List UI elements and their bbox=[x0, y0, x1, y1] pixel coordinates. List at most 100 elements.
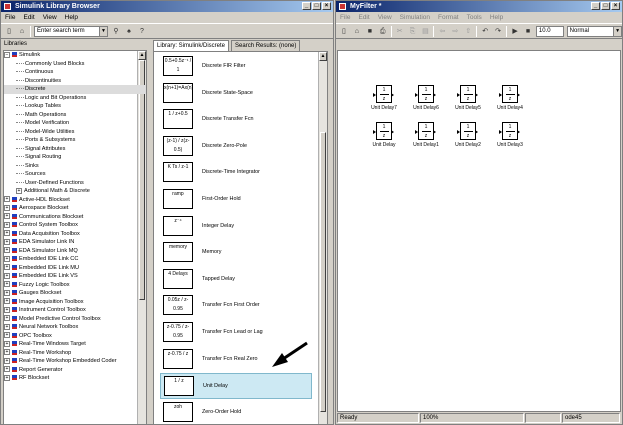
library-block[interactable]: memory Memory bbox=[160, 240, 312, 264]
unit-delay-block[interactable]: 1 z Unit Delay4 bbox=[490, 85, 530, 123]
up-icon[interactable]: ⇧ bbox=[463, 26, 473, 36]
chevron-down-icon[interactable]: ▼ bbox=[613, 26, 622, 36]
expand-icon[interactable]: + bbox=[4, 323, 10, 330]
menu-simulation[interactable]: Simulation bbox=[400, 12, 430, 23]
back-icon[interactable]: ⇦ bbox=[437, 26, 447, 36]
menu-edit[interactable]: Edit bbox=[23, 12, 34, 23]
run-icon[interactable]: ▶ bbox=[510, 26, 520, 36]
library-tree[interactable]: ▲ − Simulink Commonly Used Blocks Continuou… bbox=[3, 50, 147, 424]
maximize-button[interactable]: □ bbox=[312, 2, 321, 10]
open-icon[interactable]: ⌂ bbox=[17, 26, 27, 36]
library-block[interactable]: 1 / z+0.5 Discrete Transfer Fcn bbox=[160, 107, 312, 131]
tree-item[interactable]: + Control System Toolbox bbox=[4, 221, 146, 230]
library-block[interactable]: 0.5+0.5z⁻¹ / 1 Discrete FIR Filter bbox=[160, 54, 312, 78]
tree-item[interactable]: + Embedded IDE Link MU bbox=[4, 264, 146, 273]
tree-item[interactable]: + Aerospace Blockset bbox=[4, 204, 146, 213]
expand-icon[interactable]: + bbox=[4, 289, 10, 296]
minimize-button[interactable]: _ bbox=[591, 2, 600, 10]
tree-item[interactable]: Signal Routing bbox=[4, 153, 146, 162]
tree-item[interactable]: + OPC Toolbox bbox=[4, 332, 146, 341]
tree-item[interactable]: + Instrument Control Toolbox bbox=[4, 306, 146, 315]
tree-item[interactable]: + EDA Simulator Link IN bbox=[4, 238, 146, 247]
expand-icon[interactable]: + bbox=[4, 196, 10, 203]
menu-format[interactable]: Format bbox=[438, 12, 459, 23]
new-model-icon[interactable]: ▯ bbox=[4, 26, 14, 36]
expand-icon[interactable]: + bbox=[4, 264, 10, 271]
undo-icon[interactable]: ↶ bbox=[480, 26, 490, 36]
tree-item[interactable]: Model-Wide Utilities bbox=[4, 128, 146, 137]
menu-help[interactable]: Help bbox=[490, 12, 503, 23]
tree-item[interactable]: + Real-Time Workshop bbox=[4, 349, 146, 358]
model-canvas[interactable]: 1 z Unit Delay7 1 z Unit Delay6 1 z Unit Delay5 1… bbox=[337, 50, 621, 412]
tree-item[interactable]: + Active-HDL Blockset bbox=[4, 196, 146, 205]
unit-delay-block[interactable]: 1 z Unit Delay3 bbox=[490, 122, 530, 160]
chevron-down-icon[interactable]: ▼ bbox=[99, 26, 107, 36]
library-block[interactable]: K Ts / z-1 Discrete-Time Integrator bbox=[160, 160, 312, 184]
help-icon[interactable]: ? bbox=[137, 26, 147, 36]
library-block[interactable]: z-0.75 / z-0.95 Transfer Fcn Lead or Lag bbox=[160, 320, 312, 344]
paste-icon[interactable]: ▤ bbox=[421, 26, 431, 36]
expand-icon[interactable]: + bbox=[4, 247, 10, 254]
tree-item[interactable]: + Additional Math & Discrete bbox=[4, 187, 146, 196]
library-block[interactable]: z-0.75 / z Transfer Fcn Real Zero bbox=[160, 347, 312, 371]
tree-item[interactable]: + Image Acquisition Toolbox bbox=[4, 298, 146, 307]
expand-icon[interactable]: + bbox=[4, 374, 10, 381]
expand-icon[interactable]: + bbox=[4, 238, 10, 245]
stop-icon[interactable]: ■ bbox=[523, 26, 533, 36]
tree-item[interactable]: + Embedded IDE Link CC bbox=[4, 255, 146, 264]
tree-item[interactable]: Model Verification bbox=[4, 119, 146, 128]
tree-item[interactable]: − Simulink bbox=[4, 51, 146, 60]
tree-item[interactable]: Continuous bbox=[4, 68, 146, 77]
tree-item[interactable]: + Neural Network Toolbox bbox=[4, 323, 146, 332]
expand-icon[interactable]: + bbox=[4, 306, 10, 313]
library-block[interactable]: 4 Delays Tapped Delay bbox=[160, 267, 312, 291]
tree-item[interactable]: + Fuzzy Logic Toolbox bbox=[4, 281, 146, 290]
expand-icon[interactable]: + bbox=[4, 332, 10, 339]
tree-item[interactable]: + Embedded IDE Link VS bbox=[4, 272, 146, 281]
menu-help[interactable]: Help bbox=[65, 12, 78, 23]
tree-item[interactable]: + Report Generator bbox=[4, 366, 146, 375]
tree-item[interactable]: Lookup Tables bbox=[4, 102, 146, 111]
tree-item[interactable]: Commonly Used Blocks bbox=[4, 60, 146, 69]
model-titlebar[interactable]: MyFilter * _ □ × bbox=[336, 1, 622, 12]
tree-item[interactable]: Ports & Subsystems bbox=[4, 136, 146, 145]
expand-icon[interactable]: + bbox=[4, 349, 10, 356]
block-list-scrollbar[interactable]: ▲ bbox=[318, 52, 327, 424]
expand-icon[interactable]: + bbox=[4, 255, 10, 262]
forward-icon[interactable]: ⇨ bbox=[450, 26, 460, 36]
tree-item[interactable]: + Model Predictive Control Toolbox bbox=[4, 315, 146, 324]
tree-item[interactable]: Sinks bbox=[4, 162, 146, 171]
expand-icon[interactable]: + bbox=[16, 187, 22, 194]
expand-icon[interactable]: + bbox=[4, 213, 10, 220]
unit-delay-block[interactable]: 1 z Unit Delay6 bbox=[406, 85, 446, 123]
binoculars-search-icon[interactable]: ⚲ bbox=[111, 26, 121, 36]
simulation-mode-select[interactable]: Normal ▼ bbox=[566, 25, 622, 37]
library-block[interactable]: ramp First-Order Hold bbox=[160, 187, 312, 211]
tree-item[interactable]: User-Defined Functions bbox=[4, 179, 146, 188]
save-icon[interactable]: ■ bbox=[365, 26, 375, 36]
library-block[interactable]: 0.05z / z-0.95 Transfer Fcn First Order bbox=[160, 293, 312, 317]
find-icon[interactable]: ♠ bbox=[124, 26, 134, 36]
tab-1[interactable]: Search Results: (none) bbox=[231, 40, 301, 51]
menu-edit[interactable]: Edit bbox=[358, 12, 369, 23]
expand-icon[interactable]: + bbox=[4, 230, 10, 237]
library-block[interactable]: 1 / z Unit Delay bbox=[160, 373, 312, 400]
redo-icon[interactable]: ↷ bbox=[493, 26, 503, 36]
menu-view[interactable]: View bbox=[378, 12, 392, 23]
tab-0[interactable]: Library: Simulink/Discrete bbox=[153, 40, 230, 51]
tree-item[interactable]: Discrete bbox=[4, 85, 146, 94]
library-block[interactable]: z⁻⁴ Integer Delay bbox=[160, 214, 312, 238]
tree-item[interactable]: + Real-Time Workshop Embedded Coder bbox=[4, 357, 146, 366]
expand-icon[interactable]: + bbox=[4, 221, 10, 228]
tree-item[interactable]: + Real-Time Windows Target bbox=[4, 340, 146, 349]
library-block[interactable]: (z-1) / z(z-0.5) Discrete Zero-Pole bbox=[160, 134, 312, 158]
cut-icon[interactable]: ✂ bbox=[395, 26, 405, 36]
unit-delay-block[interactable]: 1 z Unit Delay2 bbox=[448, 122, 488, 160]
unit-delay-block[interactable]: 1 z Unit Delay5 bbox=[448, 85, 488, 123]
library-block[interactable]: zoh Zero-Order Hold bbox=[160, 400, 312, 424]
close-button[interactable]: × bbox=[322, 2, 331, 10]
copy-icon[interactable]: ⎘ bbox=[408, 26, 418, 36]
unit-delay-block[interactable]: 1 z Unit Delay1 bbox=[406, 122, 446, 160]
unit-delay-block[interactable]: 1 z Unit Delay7 bbox=[364, 85, 404, 123]
menu-file[interactable]: File bbox=[5, 12, 15, 23]
